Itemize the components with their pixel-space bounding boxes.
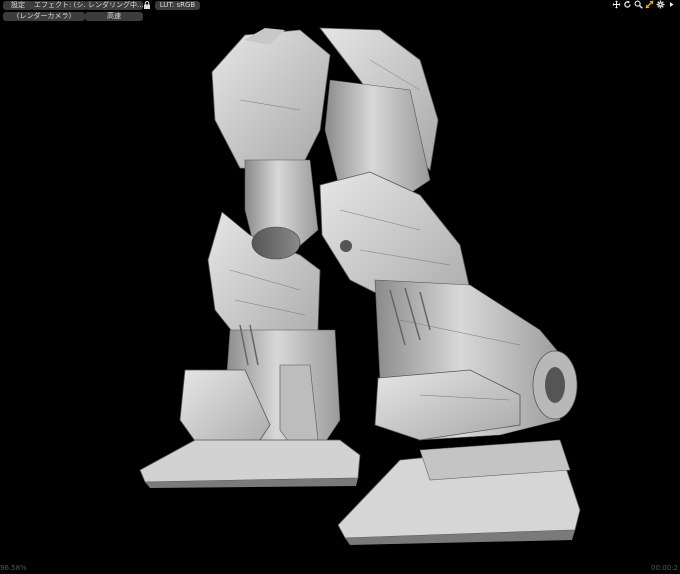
lut-button[interactable]: LUT: sRGB bbox=[155, 1, 200, 10]
render-camera-select[interactable]: (レンダーカメラ) bbox=[3, 12, 85, 21]
render-time-readout: 00:00:2 bbox=[651, 564, 678, 572]
lock-icon[interactable] bbox=[143, 1, 151, 9]
viewer-controls bbox=[612, 0, 676, 10]
settings-button[interactable]: 設定 bbox=[3, 1, 33, 10]
move-icon[interactable] bbox=[612, 0, 621, 9]
play-arrow-icon[interactable] bbox=[667, 0, 676, 9]
fit-icon[interactable] bbox=[645, 0, 654, 9]
zoom-icon[interactable] bbox=[634, 0, 643, 9]
rendering-status-button[interactable]: レンダリング中... bbox=[85, 1, 143, 10]
render-viewport[interactable] bbox=[0, 24, 680, 564]
robot-legs-render bbox=[139, 27, 581, 545]
viewer-toolbar: 設定 エフェクト: (シ... レンダリング中... LUT: sRGB (レン… bbox=[0, 0, 680, 24]
render-quality-select[interactable]: 高速 bbox=[85, 12, 143, 21]
zoom-readout: 96.58% bbox=[0, 564, 27, 572]
rotate-icon[interactable] bbox=[623, 0, 632, 9]
gear-icon[interactable] bbox=[656, 0, 665, 9]
effect-button[interactable]: エフェクト: (シ... bbox=[31, 1, 87, 10]
